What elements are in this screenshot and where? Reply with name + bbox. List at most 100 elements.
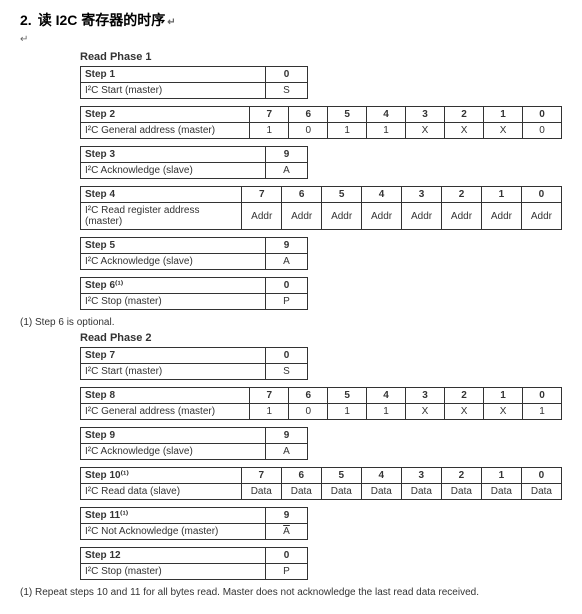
bit-value: Data <box>481 484 521 500</box>
bit-header: 5 <box>328 107 367 123</box>
bit-header: 7 <box>242 187 282 203</box>
step-label: Step 4 <box>81 187 242 203</box>
step-desc: I²C Stop (master) <box>81 564 266 580</box>
bit-value: S <box>266 83 308 99</box>
bit-header: 4 <box>361 468 401 484</box>
step-label: Step 12 <box>81 548 266 564</box>
step-table: Step 120I²C Stop (master)P <box>80 547 308 580</box>
bit-value: P <box>266 294 308 310</box>
bit-header: 5 <box>321 468 361 484</box>
step-table: Step 276543210I²C General address (maste… <box>80 106 562 139</box>
step-label: Step 7 <box>81 348 266 364</box>
section-number: 2. <box>20 12 32 28</box>
step-desc: I²C Acknowledge (slave) <box>81 254 266 270</box>
section-title: 2.读 I2C 寄存器的时序↵ <box>20 10 562 30</box>
bit-header: 0 <box>266 67 308 83</box>
bit-header: 1 <box>484 107 523 123</box>
bit-value: X <box>445 123 484 139</box>
phase2-block: Step 70I²C Start (master)SStep 876543210… <box>80 347 562 580</box>
bit-value: 1 <box>250 123 289 139</box>
footnote2: (1) Repeat steps 10 and 11 for all bytes… <box>20 587 562 598</box>
bit-header: 7 <box>241 468 281 484</box>
bit-value: A <box>266 163 308 179</box>
step-desc: I²C General address (master) <box>81 123 250 139</box>
bit-header: 3 <box>405 107 444 123</box>
bit-value: X <box>445 404 484 420</box>
phase1-block: Read Phase 1 Step 10I²C Start (master)SS… <box>80 51 562 310</box>
bit-value: X <box>405 404 444 420</box>
step-desc: I²C Read data (slave) <box>81 484 242 500</box>
bit-header: 6 <box>289 388 328 404</box>
step-table: Step 99I²C Acknowledge (slave)A <box>80 427 308 460</box>
step-desc: I²C Acknowledge (slave) <box>81 444 266 460</box>
bit-header: 1 <box>484 388 523 404</box>
step-desc: I²C Acknowledge (slave) <box>81 163 266 179</box>
bit-header: 5 <box>322 187 362 203</box>
bit-header: 4 <box>367 107 406 123</box>
bit-value: A <box>266 254 308 270</box>
bit-value: Addr <box>481 203 521 230</box>
bit-header: 6 <box>282 187 322 203</box>
step-desc: I²C Read register address (master) <box>81 203 242 230</box>
bit-header: 5 <box>328 388 367 404</box>
step-table: Step 59I²C Acknowledge (slave)A <box>80 237 308 270</box>
step-label: Step 2 <box>81 107 250 123</box>
bit-header: 0 <box>521 468 561 484</box>
bit-value: Addr <box>402 203 442 230</box>
phase1-title: Read Phase 1 <box>80 51 562 63</box>
bit-header: 2 <box>445 388 484 404</box>
bit-value: 0 <box>289 404 328 420</box>
bit-header: 0 <box>523 107 562 123</box>
bit-header: 3 <box>405 388 444 404</box>
step-table: Step 11⁽¹⁾9I²C Not Acknowledge (master)A <box>80 507 308 540</box>
bit-value: 1 <box>367 404 406 420</box>
footnote1: (1) Step 6 is optional. <box>20 317 562 328</box>
step-table: Step 10I²C Start (master)S <box>80 66 308 99</box>
phase2-title: Read Phase 2 <box>80 332 562 344</box>
bit-value: S <box>266 364 308 380</box>
phase1-tables: Step 10I²C Start (master)SStep 276543210… <box>80 66 562 310</box>
bit-header: 9 <box>266 508 308 524</box>
step-table: Step 39I²C Acknowledge (slave)A <box>80 146 308 179</box>
step-desc: I²C General address (master) <box>81 404 250 420</box>
step-table: Step 70I²C Start (master)S <box>80 347 308 380</box>
bit-value: Data <box>441 484 481 500</box>
step-label: Step 3 <box>81 147 266 163</box>
bit-value: Addr <box>442 203 482 230</box>
bit-header: 0 <box>521 187 561 203</box>
bit-header: 0 <box>523 388 562 404</box>
bit-value: Addr <box>242 203 282 230</box>
bit-value: 1 <box>328 404 367 420</box>
bit-header: 9 <box>266 147 308 163</box>
bit-header: 6 <box>289 107 328 123</box>
bit-header: 7 <box>250 388 289 404</box>
step-desc: I²C Start (master) <box>81 364 266 380</box>
step-label: Step 9 <box>81 428 266 444</box>
step-desc: I²C Start (master) <box>81 83 266 99</box>
bit-value: 1 <box>328 123 367 139</box>
arrow-icon: ↵ <box>167 17 175 28</box>
bit-header: 3 <box>401 468 441 484</box>
step-label: Step 11⁽¹⁾ <box>81 508 266 524</box>
bit-value: P <box>266 564 308 580</box>
bit-value: 1 <box>367 123 406 139</box>
bit-value: Data <box>321 484 361 500</box>
step-table: Step 10⁽¹⁾76543210I²C Read data (slave)D… <box>80 467 562 500</box>
bit-value: 0 <box>289 123 328 139</box>
bit-header: 2 <box>445 107 484 123</box>
step-label: Step 6⁽¹⁾ <box>81 278 266 294</box>
bit-header: 3 <box>402 187 442 203</box>
bit-header: 2 <box>441 468 481 484</box>
bit-value: 1 <box>523 404 562 420</box>
bit-value: Addr <box>362 203 402 230</box>
bit-value: X <box>484 404 523 420</box>
bit-value: 0 <box>523 123 562 139</box>
bit-header: 0 <box>266 548 308 564</box>
bit-value: Addr <box>322 203 362 230</box>
step-label: Step 1 <box>81 67 266 83</box>
bit-value: 1 <box>250 404 289 420</box>
step-label: Step 5 <box>81 238 266 254</box>
bit-header: 7 <box>250 107 289 123</box>
step-table: Step 876543210I²C General address (maste… <box>80 387 562 420</box>
step-table: Step 6⁽¹⁾0I²C Stop (master)P <box>80 277 308 310</box>
